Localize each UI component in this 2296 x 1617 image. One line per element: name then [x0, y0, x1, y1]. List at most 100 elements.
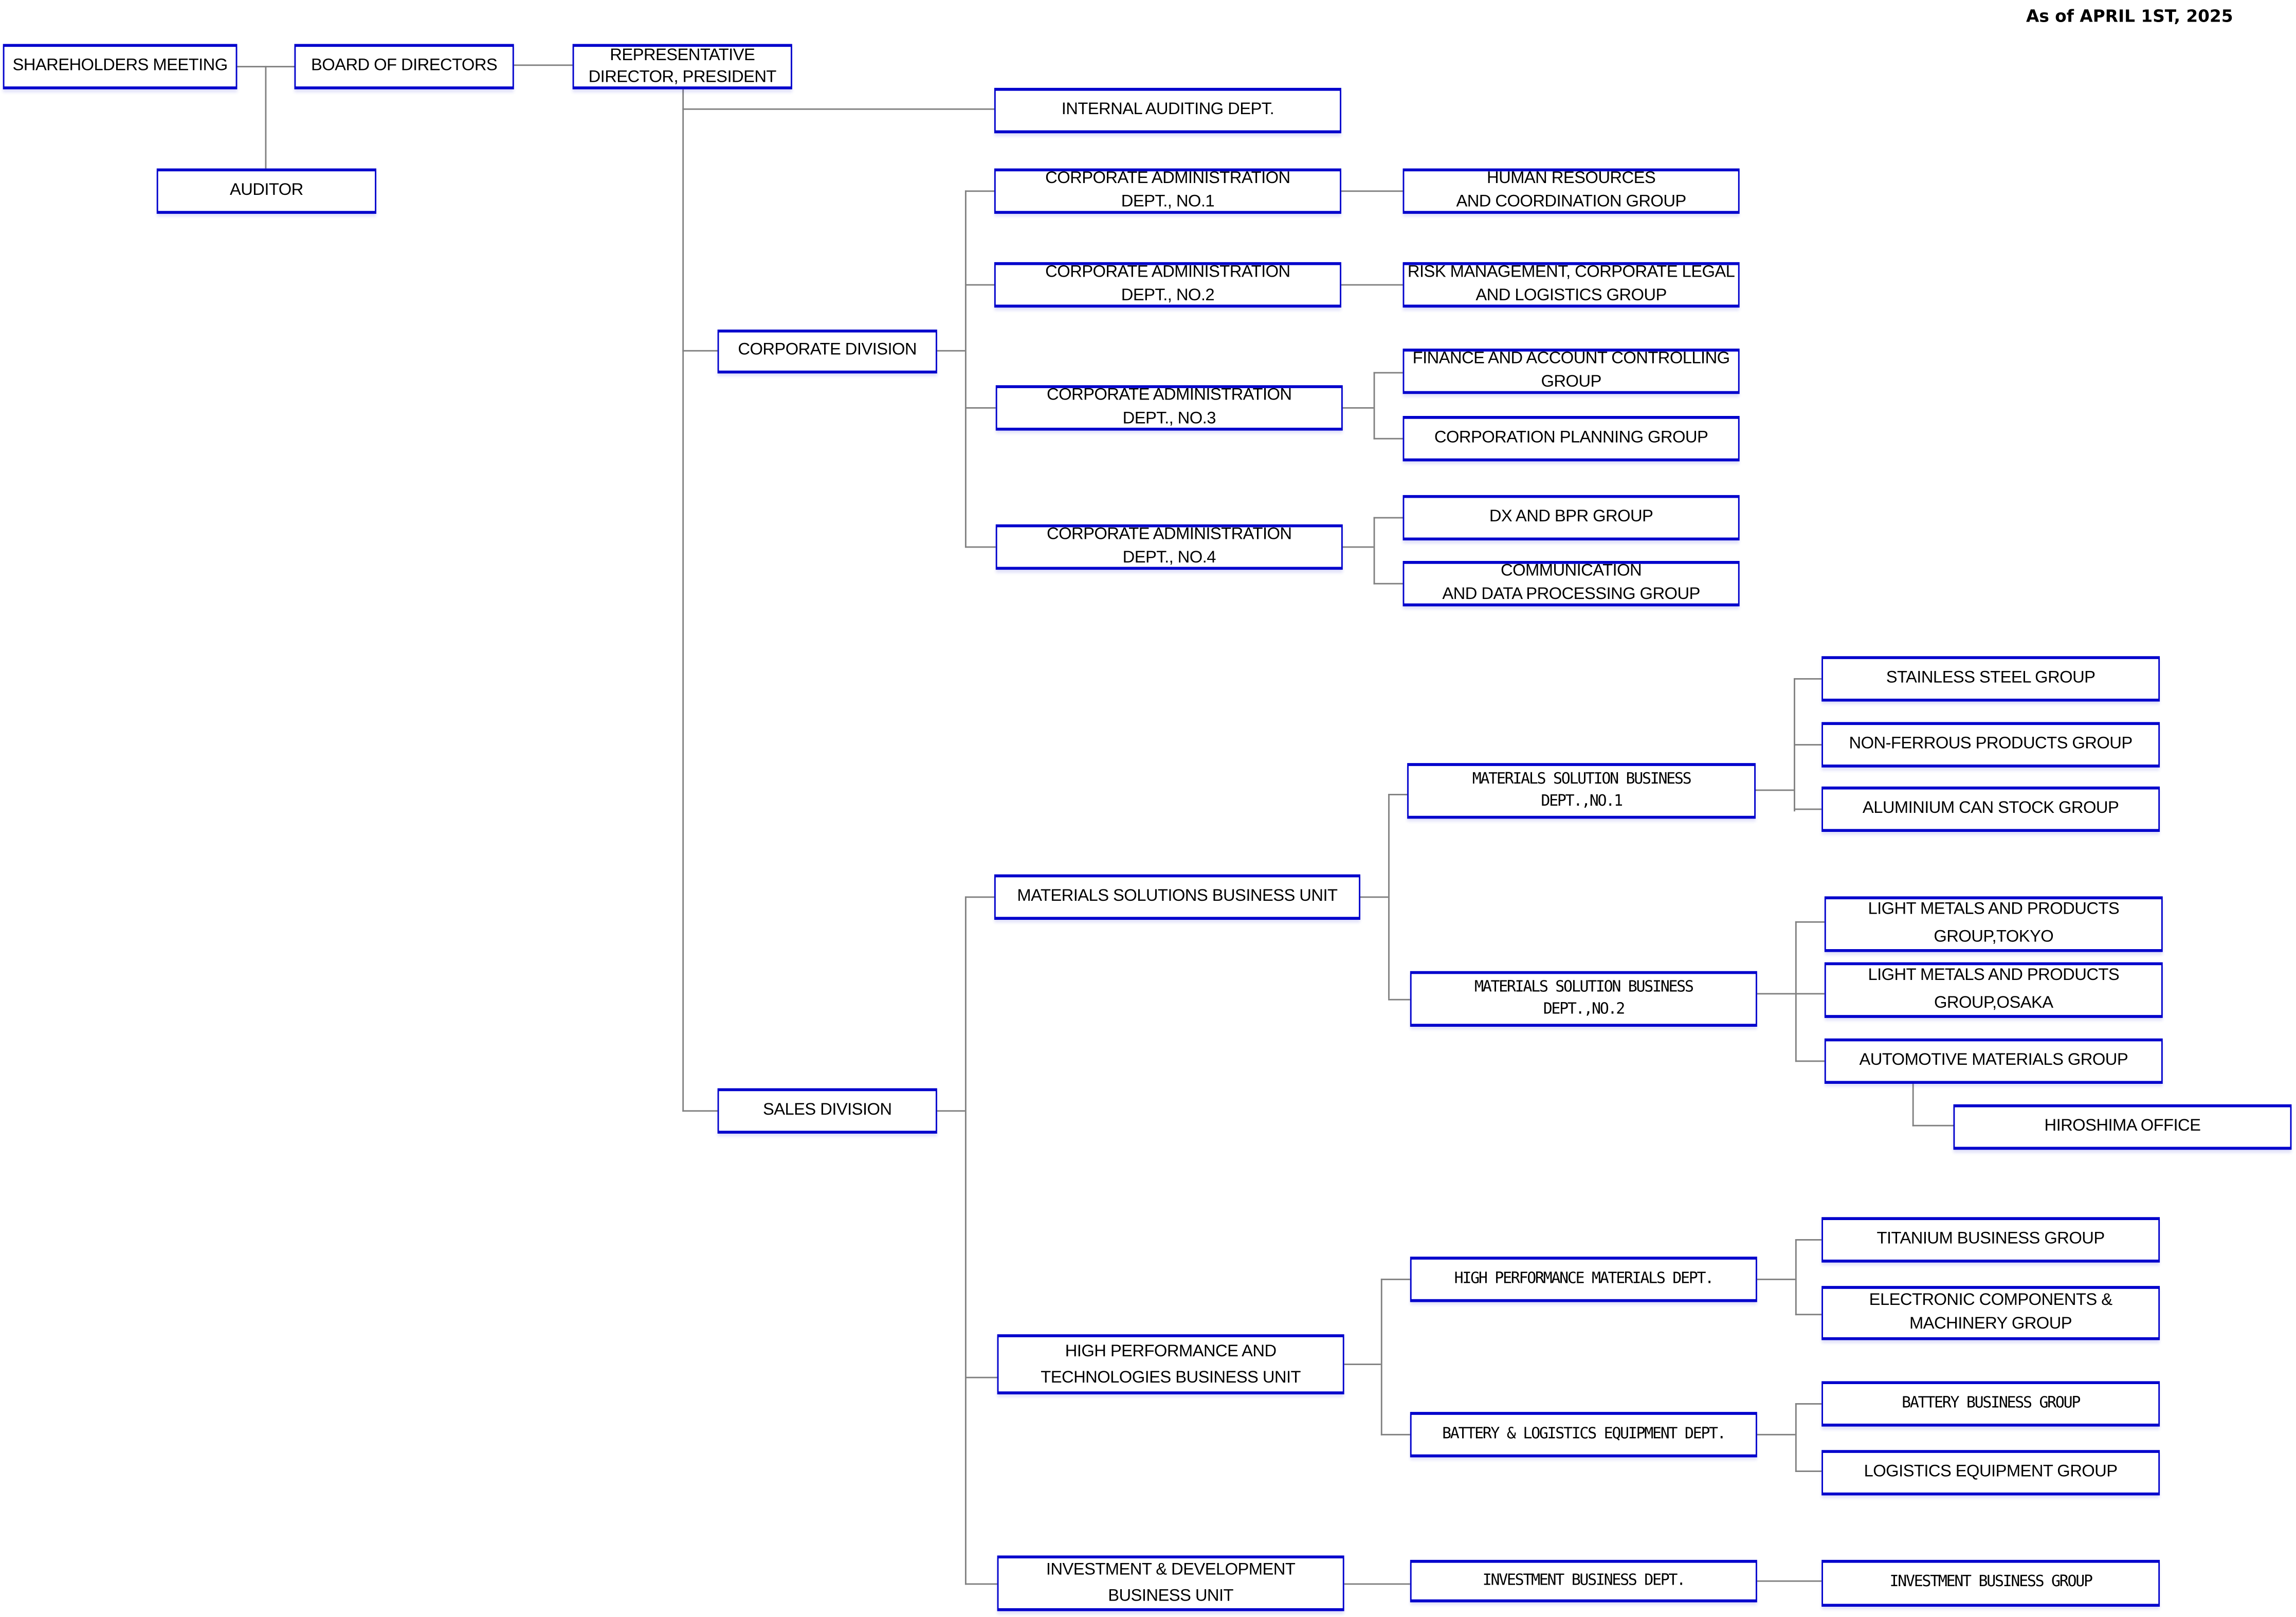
box-label: HUMAN RESOURCES AND COORDINATION GROUP — [1456, 170, 1686, 210]
corporate-admin-dept-4-box[interactable]: CORPORATE ADMINISTRATION DEPT., NO.4 — [995, 524, 1343, 570]
hiroshima-office-box[interactable]: HIROSHIMA OFFICE — [1953, 1104, 2292, 1150]
connector — [1795, 1239, 1797, 1316]
connector — [1912, 1124, 1954, 1127]
box-label: AUTOMOTIVE MATERIALS GROUP — [1859, 1051, 2128, 1069]
box-label: AUDITOR — [229, 181, 303, 199]
box-label: HIGH PERFORMANCE AND TECHNOLOGIES BUSINE… — [1041, 1342, 1301, 1387]
connector — [1388, 998, 1410, 1001]
box-label: INTERNAL AUDITING DEPT. — [1061, 100, 1274, 119]
investment-business-dept-box[interactable]: INVESTMENT BUSINESS DEPT. — [1410, 1559, 1757, 1603]
box-label: REPRESENTATIVE DIRECTOR, PRESIDENT — [588, 46, 777, 86]
connector — [1340, 284, 1403, 286]
investment-business-group-box[interactable]: INVESTMENT BUSINESS GROUP — [1821, 1559, 2160, 1607]
materials-solutions-bu-box[interactable]: MATERIALS SOLUTIONS BUSINESS UNIT — [994, 874, 1360, 920]
box-label: CORPORATE ADMINISTRATION DEPT., NO.3 — [1047, 387, 1292, 427]
connector — [935, 1110, 965, 1113]
box-label: INVESTMENT & DEVELOPMENT BUSINESS UNIT — [1046, 1561, 1296, 1606]
connector — [1912, 1084, 1915, 1127]
risk-legal-logistics-group-box[interactable]: RISK MANAGEMENT, CORPORATE LEGAL AND LOG… — [1402, 262, 1740, 308]
connector — [1380, 1278, 1410, 1281]
box-label: SHAREHOLDERS MEETING — [12, 57, 228, 75]
connector — [1344, 1364, 1381, 1366]
connector — [1795, 921, 1825, 923]
corporate-admin-dept-1-box[interactable]: CORPORATE ADMINISTRATION DEPT., NO.1 — [994, 168, 1341, 214]
box-label: CORPORATE ADMINISTRATION DEPT., NO.1 — [1045, 170, 1290, 210]
titanium-business-group-box[interactable]: TITANIUM BUSINESS GROUP — [1821, 1217, 2160, 1263]
connector — [514, 64, 574, 67]
box-label: TITANIUM BUSINESS GROUP — [1876, 1230, 2105, 1248]
communication-data-group-box[interactable]: COMMUNICATION AND DATA PROCESSING GROUP — [1402, 561, 1740, 607]
connector — [1373, 583, 1403, 585]
dx-bpr-group-box[interactable]: DX AND BPR GROUP — [1402, 495, 1740, 541]
connector — [682, 89, 684, 1112]
light-metals-tokyo-group-box[interactable]: LIGHT METALS AND PRODUCTS GROUP,TOKYO — [1824, 896, 2163, 952]
connector — [682, 108, 994, 111]
connector — [1757, 1580, 1822, 1583]
box-label: CORPORATE ADMINISTRATION DEPT., NO.4 — [1047, 525, 1292, 567]
box-label: BATTERY & LOGISTICS EQUIPMENT DEPT. — [1442, 1425, 1726, 1443]
corporate-division-box[interactable]: CORPORATE DIVISION — [717, 329, 937, 374]
connector — [1373, 372, 1376, 440]
box-label: HIROSHIMA OFFICE — [2044, 1117, 2201, 1135]
connector — [964, 896, 967, 1585]
box-label: INVESTMENT BUSINESS GROUP — [1889, 1573, 2093, 1591]
shareholders-meeting-box[interactable]: SHAREHOLDERS MEETING — [3, 44, 238, 89]
connector — [1795, 1060, 1825, 1063]
corporation-planning-group-box[interactable]: CORPORATION PLANNING GROUP — [1402, 416, 1740, 462]
connector — [1757, 1433, 1795, 1436]
box-label: NON-FERROUS PRODUCTS GROUP — [1849, 735, 2133, 753]
finance-account-group-box[interactable]: FINANCE AND ACCOUNT CONTROLLING GROUP — [1402, 348, 1740, 394]
connector — [964, 546, 996, 549]
connector — [1757, 993, 1825, 995]
hr-coordination-group-box[interactable]: HUMAN RESOURCES AND COORDINATION GROUP — [1402, 168, 1740, 214]
electronic-components-group-box[interactable]: ELECTRONIC COMPONENTS & MACHINERY GROUP — [1821, 1286, 2160, 1340]
connector — [1757, 1278, 1795, 1281]
box-label: STAINLESS STEEL GROUP — [1886, 669, 2095, 687]
president-box[interactable]: REPRESENTATIVE DIRECTOR, PRESIDENT — [572, 44, 792, 89]
connector — [1794, 678, 1822, 680]
battery-logistics-dept-box[interactable]: BATTERY & LOGISTICS EQUIPMENT DEPT. — [1410, 1412, 1757, 1458]
non-ferrous-group-box[interactable]: NON-FERROUS PRODUCTS GROUP — [1821, 722, 2160, 768]
auditor-box[interactable]: AUDITOR — [156, 168, 376, 214]
investment-development-bu-box[interactable]: INVESTMENT & DEVELOPMENT BUSINESS UNIT — [997, 1555, 1344, 1611]
corporate-admin-dept-2-box[interactable]: CORPORATE ADMINISTRATION DEPT., NO.2 — [994, 262, 1341, 308]
box-label: MATERIALS SOLUTION BUSINESS DEPT.,NO.1 — [1472, 769, 1692, 810]
box-label: FINANCE AND ACCOUNT CONTROLLING GROUP — [1412, 350, 1730, 391]
sales-division-box[interactable]: SALES DIVISION — [717, 1088, 937, 1134]
connector — [1795, 921, 1797, 1062]
high-performance-technologies-bu-box[interactable]: HIGH PERFORMANCE AND TECHNOLOGIES BUSINE… — [997, 1334, 1344, 1394]
msb-dept-2-box[interactable]: MATERIALS SOLUTION BUSINESS DEPT.,NO.2 — [1410, 971, 1757, 1027]
connector — [1340, 190, 1403, 193]
connector — [1380, 1278, 1383, 1436]
connector — [1795, 1403, 1822, 1405]
stainless-steel-group-box[interactable]: STAINLESS STEEL GROUP — [1821, 656, 2160, 702]
org-chart: As of APRIL 1ST, 2025 SHAREHOLDERS MEETI… — [0, 0, 2296, 1617]
connector — [265, 66, 267, 170]
battery-business-group-box[interactable]: BATTERY BUSINESS GROUP — [1821, 1381, 2160, 1427]
connector — [964, 407, 996, 409]
connector — [1341, 407, 1374, 409]
connector — [935, 350, 965, 352]
box-label: HIGH PERFORMANCE MATERIALS DEPT. — [1454, 1269, 1715, 1287]
connector — [1794, 808, 1822, 811]
box-label: CORPORATE ADMINISTRATION DEPT., NO.2 — [1045, 263, 1290, 304]
connector — [682, 1110, 718, 1113]
light-metals-osaka-group-box[interactable]: LIGHT METALS AND PRODUCTS GROUP,OSAKA — [1824, 962, 2163, 1018]
connector — [682, 350, 718, 352]
connector — [1388, 793, 1390, 999]
box-label: LIGHT METALS AND PRODUCTS GROUP,TOKYO — [1868, 900, 2120, 947]
connector — [1373, 372, 1403, 374]
automotive-materials-group-box[interactable]: AUTOMOTIVE MATERIALS GROUP — [1824, 1038, 2163, 1084]
internal-auditing-dept-box[interactable]: INTERNAL AUDITING DEPT. — [994, 87, 1341, 134]
high-performance-materials-dept-box[interactable]: HIGH PERFORMANCE MATERIALS DEPT. — [1410, 1257, 1757, 1302]
box-label: RISK MANAGEMENT, CORPORATE LEGAL AND LOG… — [1407, 263, 1735, 304]
connector — [1794, 744, 1822, 746]
board-of-directors-box[interactable]: BOARD OF DIRECTORS — [294, 44, 514, 89]
aluminium-can-stock-group-box[interactable]: ALUMINIUM CAN STOCK GROUP — [1821, 786, 2160, 832]
corporate-admin-dept-3-box[interactable]: CORPORATE ADMINISTRATION DEPT., NO.3 — [995, 385, 1343, 431]
msb-dept-1-box[interactable]: MATERIALS SOLUTION BUSINESS DEPT.,NO.1 — [1407, 763, 1756, 819]
box-label: DX AND BPR GROUP — [1489, 507, 1653, 525]
connector — [1341, 546, 1374, 549]
box-label: ELECTRONIC COMPONENTS & MACHINERY GROUP — [1869, 1292, 2112, 1332]
logistics-equipment-group-box[interactable]: LOGISTICS EQUIPMENT GROUP — [1821, 1450, 2160, 1496]
